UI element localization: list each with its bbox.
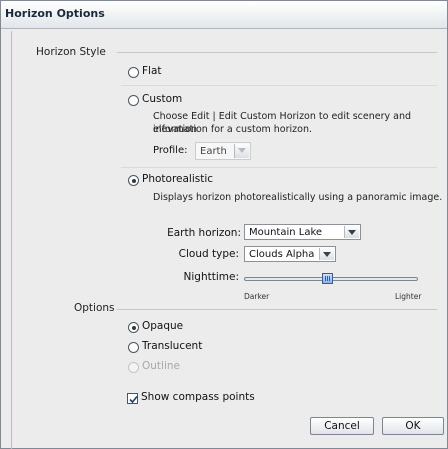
nighttime-slider-thumb[interactable] [322,273,334,284]
profile-value: Earth [200,146,227,157]
opaque-label[interactable]: Opaque [142,320,183,332]
cloud-type-label: Cloud type: [178,248,239,260]
chevron-down-icon [234,144,249,158]
custom-description-line2: information for a custom horizon. [153,124,312,135]
opaque-radio[interactable] [128,322,139,333]
darker-label: Darker [244,292,270,301]
outline-label: Outline [142,360,180,372]
cancel-button[interactable]: Cancel [310,417,374,435]
lighter-label: Lighter [395,292,422,301]
translucent-label[interactable]: Translucent [142,340,202,352]
window-title: Horizon Options [5,7,105,20]
custom-label[interactable]: Custom [142,93,182,105]
flat-divider [121,85,437,86]
custom-divider [121,167,437,168]
custom-radio[interactable] [128,95,139,106]
nighttime-label: Nighttime: [183,271,239,283]
translucent-radio[interactable] [128,342,139,353]
flat-radio[interactable] [128,67,139,78]
earth-horizon-select[interactable]: Mountain Lake [244,224,361,240]
left-border [11,31,12,449]
show-compass-label[interactable]: Show compass points [141,391,255,403]
earth-horizon-value: Mountain Lake [249,227,323,238]
outline-radio [128,362,139,373]
options-divider [117,309,437,310]
horizon-style-divider [117,52,437,53]
earth-horizon-label: Earth horizon: [167,227,241,239]
chevron-down-icon [319,248,334,260]
show-compass-checkbox[interactable] [127,393,138,404]
photorealistic-radio[interactable] [128,175,139,186]
photorealistic-description: Displays horizon photorealistically usin… [153,192,443,203]
ok-button[interactable]: OK [382,417,444,435]
profile-label: Profile: [153,145,188,156]
flat-label[interactable]: Flat [142,65,162,77]
horizon-style-group-label: Horizon Style [36,46,106,58]
photorealistic-label[interactable]: Photorealistic [142,173,213,185]
options-group-label: Options [74,302,115,314]
profile-select[interactable]: Earth [195,142,251,160]
title-bar[interactable]: Horizon Options [1,1,447,29]
cloud-type-select[interactable]: Clouds Alpha [244,246,336,262]
chevron-down-icon [344,226,359,238]
checkmark-icon [129,395,138,404]
horizon-options-window: Horizon Options Horizon Style Flat Custo… [0,0,448,449]
cloud-type-value: Clouds Alpha [249,249,315,260]
